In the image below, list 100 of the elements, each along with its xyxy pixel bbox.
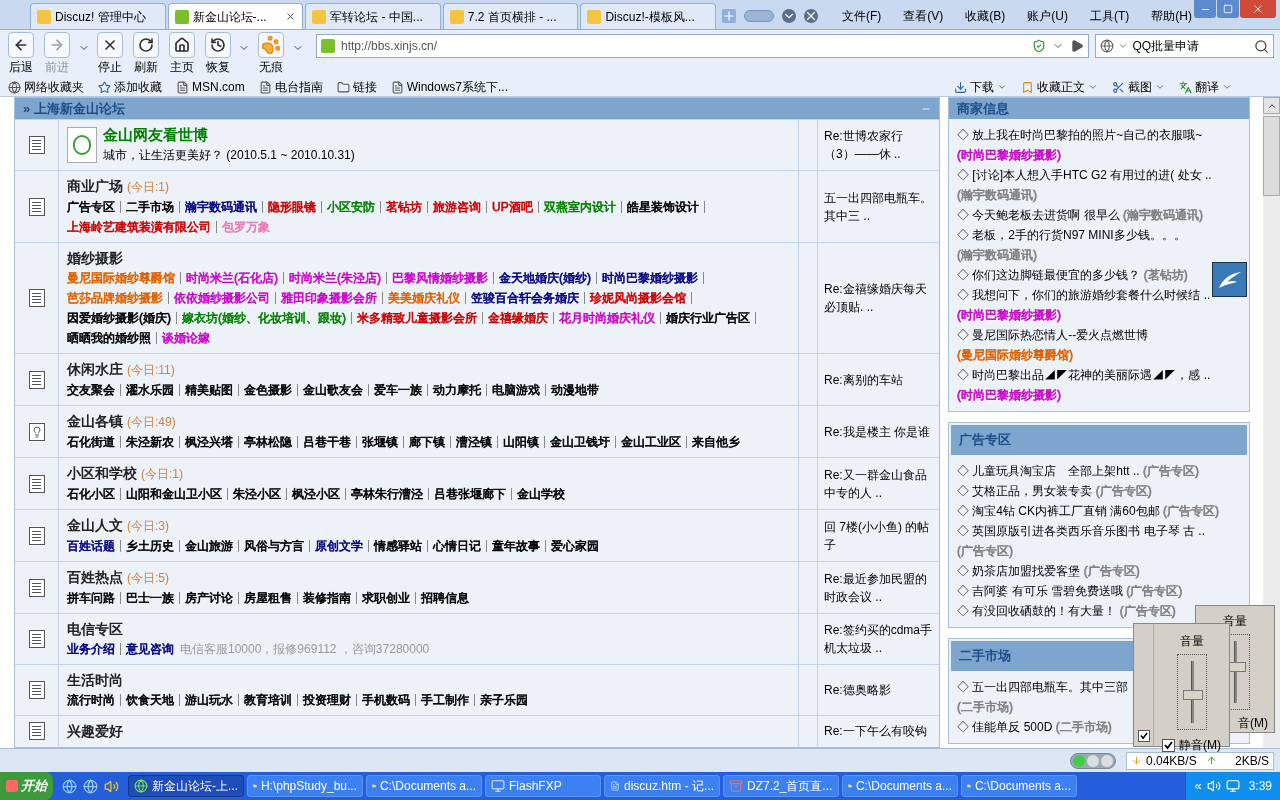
post-link[interactable]: ◇ [讨论]本人想入手HTC G2 有用过的进( 处女 .. [957,168,1212,182]
subforum-link[interactable]: 时尚米兰(朱泾店) [289,268,381,288]
board-source[interactable]: (茗钻坊) [1143,265,1188,285]
subforum-link[interactable]: 金禧缘婚庆 [488,308,548,328]
subforum-link[interactable]: 招聘信息 [421,588,469,608]
subforum-link[interactable]: 业务介绍 [67,639,115,659]
post-link[interactable]: ◇ 今天鲍老板去进货啊 很早么 [957,208,1120,222]
subforum-link[interactable]: 巴士一族 [126,588,174,608]
menu-item[interactable]: 账户(U) [1027,7,1068,25]
minimize-button[interactable] [1194,0,1216,18]
volume-slider[interactable] [1176,654,1207,730]
subforum-link[interactable]: 流行时尚 [67,690,115,710]
subforum-link[interactable]: 原创文学 [315,536,363,556]
subforum-link[interactable]: 乡土历史 [126,536,174,556]
post-link[interactable]: ◇ 时尚巴黎出品◢◤花神的美丽际遇◢◤，感 .. [957,368,1211,382]
subforum-link[interactable]: UP酒吧 [492,197,533,217]
subforum-link[interactable]: 亭林朱行漕泾 [351,484,423,504]
subforum-link[interactable]: 金山工业区 [621,432,681,452]
last-post-link[interactable]: Re:德奥略影 [824,681,891,699]
favorite-link[interactable]: 网络收藏夹 [8,78,84,96]
browser-tab[interactable]: 新金山论坛-... [167,3,304,29]
subforum-link[interactable]: 山阳镇 [503,432,539,452]
speaker-icon[interactable] [1206,779,1221,793]
subforum-link[interactable]: 廊下镇 [409,432,445,452]
subforum-link[interactable]: 金山卫钱圩 [550,432,610,452]
subforum-link[interactable]: 童年故事 [492,536,540,556]
subforum-link[interactable]: 因爱婚纱摄影(婚庆) [67,308,171,328]
favorite-link[interactable]: 电台指南 [258,78,323,96]
subforum-link[interactable]: 朱泾新农 [126,432,174,452]
last-post-link[interactable]: Re:我是楼主 你是谁 [824,422,930,441]
subforum-link[interactable]: 枫泾兴塔 [185,432,233,452]
subforum-link[interactable]: 依依婚纱摄影公司 [174,288,270,308]
subforum-link[interactable]: 美美婚庆礼仪 [388,288,460,308]
board-source[interactable]: (时尚巴黎婚纱摄影) [957,305,1061,325]
subforum-link[interactable]: 百姓话题 [67,536,115,556]
board-source[interactable]: (时尚巴黎婚纱摄影) [957,385,1061,405]
forum-name[interactable]: 百姓热点 [67,567,123,587]
subforum-link[interactable]: 谈婚论嫁 [162,328,210,348]
forum-name[interactable]: 小区和学校 [67,463,137,483]
last-post-link[interactable]: Re:一下午么有咬钩 [824,722,927,740]
checkbox[interactable] [1137,730,1150,742]
dropdown-icon[interactable] [1222,82,1232,92]
subforum-link[interactable]: 金色摄影 [244,380,292,400]
toolbar-link[interactable]: 下载 [954,78,1007,96]
subforum-link[interactable]: 爱心家园 [551,536,599,556]
subforum-link[interactable]: 亲子乐园 [480,690,528,710]
go-icon[interactable] [1070,39,1085,53]
browser-icon[interactable] [62,778,77,794]
subforum-link[interactable]: 笠骏百合轩会务婚庆 [471,288,579,308]
subforum-link[interactable]: 朱泾小区 [233,484,281,504]
subforum-link[interactable]: 婚庆行业广告区 [666,308,750,328]
post-link[interactable]: ◇ 奶茶店加盟找爱客堡 [957,564,1081,578]
board-source[interactable]: (广告专区) [1163,501,1220,521]
subforum-link[interactable]: 电脑游戏 [492,380,540,400]
menu-item[interactable]: 收藏(B) [965,7,1006,25]
toggle-pill-icon[interactable] [743,10,774,22]
slider-thumb[interactable] [1182,689,1203,700]
subforum-link[interactable]: 饮食天地 [126,690,174,710]
dropdown-icon[interactable] [997,82,1007,92]
subforum-link[interactable]: 二手市场 [126,197,174,217]
subforum-link[interactable]: 漕泾镇 [456,432,492,452]
subforum-link[interactable]: 亭林松隐 [244,432,292,452]
board-source[interactable]: (二手市场) [1055,717,1112,737]
forum-name[interactable]: 婚纱摄影 [67,248,123,268]
board-source[interactable]: (时尚巴黎婚纱摄影) [957,145,1061,165]
subforum-link[interactable]: 雅田印象摄影会所 [281,288,377,308]
post-link[interactable]: ◇ 佳能单反 500D [957,720,1053,734]
menu-item[interactable]: 帮助(H) [1151,7,1192,25]
post-link[interactable]: ◇ 五一出四部电瓶车。其中三部 [957,680,1129,694]
post-link[interactable]: ◇ 放上我在时尚巴黎拍的照片~自己的衣服哦~ [957,128,1203,142]
subforum-link[interactable]: 石化街道 [67,432,115,452]
subforum-link[interactable]: 旅游咨询 [433,197,481,217]
subforum-link[interactable]: 小区安防 [327,197,375,217]
search-icon[interactable] [1254,38,1270,54]
subforum-link[interactable]: 爱车一族 [374,380,422,400]
subforum-link[interactable]: 晒晒我的婚纱照 [67,328,151,348]
address-field[interactable]: http://bbs.xinjs.cn/ [315,34,1090,58]
subforum-link[interactable]: 山阳和金山卫小区 [126,484,222,504]
scrollbar-thumb[interactable] [1263,116,1280,196]
close-icon[interactable] [285,11,297,22]
subforum-link[interactable]: 金山学校 [517,484,565,504]
post-link[interactable]: ◇ 英国原版引进各类西乐音乐图书 电子琴 古 .. [957,524,1205,538]
toolbar-link[interactable]: 截图 [1112,78,1165,96]
subforum-link[interactable]: 交友聚会 [67,380,115,400]
subforum-link[interactable]: 拼车问路 [67,588,115,608]
subforum-link[interactable]: 隐形眼镜 [268,197,316,217]
post-link[interactable]: ◇ 儿童玩具淘宝店 全部上架htt .. [957,464,1140,478]
subforum-link[interactable]: 双燕室内设计 [543,197,616,217]
board-source[interactable]: (二手市场) [957,697,1013,717]
subforum-link[interactable]: 曼尼国际婚纱尊爵馆 [67,268,175,288]
post-link[interactable]: ◇ 有没回收硒鼓的！有大量！ [957,604,1117,618]
start-button[interactable]: 开始 [0,772,53,800]
floating-widget-icon[interactable] [1212,262,1247,297]
last-post-link[interactable]: Re:签约买的cdma手机太垃圾 .. [824,621,933,657]
forum-name[interactable]: 电信专区 [67,619,123,639]
subforum-link[interactable]: 来自他乡 [692,432,740,452]
subforum-link[interactable]: 上海岭艺建筑装潢有限公司 [67,217,211,237]
forum-name[interactable]: 金山人文 [67,515,123,535]
subforum-link[interactable]: 金天地婚庆(婚纱) [499,268,591,288]
toggle-pill-icon[interactable] [1070,752,1116,769]
